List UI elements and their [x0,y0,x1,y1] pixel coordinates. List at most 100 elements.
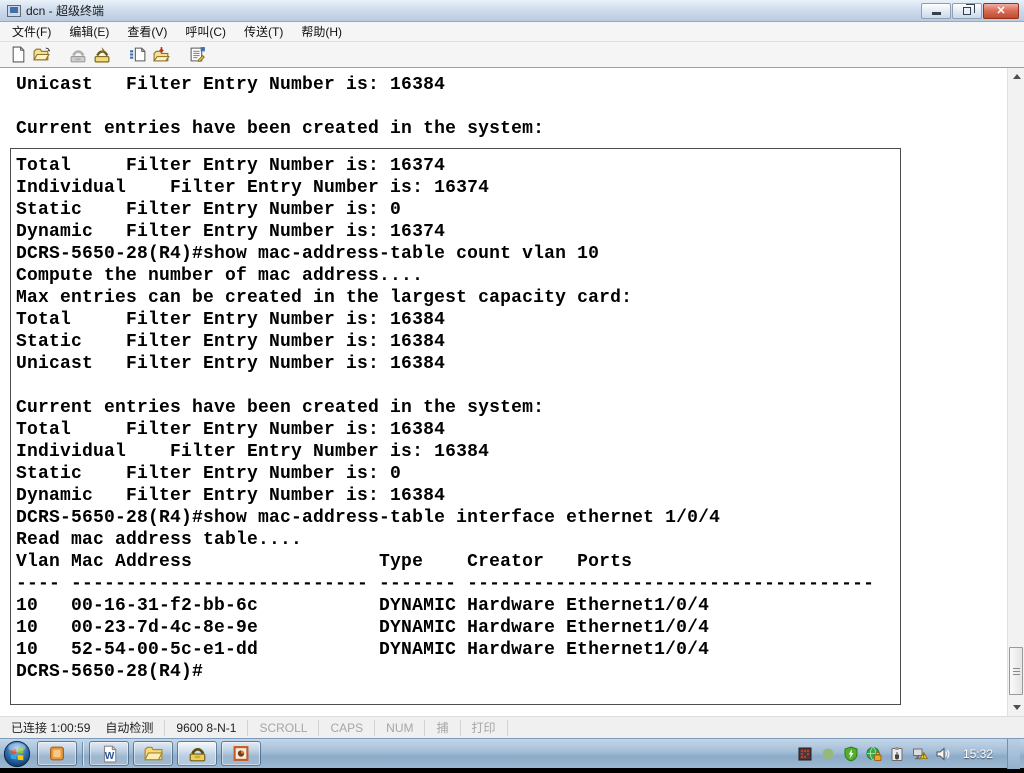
terminal-line: Dynamic Filter Entry Number is: 16384 [16,485,900,507]
terminal-line: Static Filter Entry Number is: 0 [16,199,900,221]
properties-icon [189,46,207,63]
menu-file[interactable]: 文件(F) [3,21,60,42]
hyperterminal-phone-icon [188,745,207,762]
terminal-line: Total Filter Entry Number is: 16374 [16,155,900,177]
window-title: dcn - 超级终端 [26,2,104,19]
status-num: NUM [375,720,425,736]
terminal-area[interactable]: Unicast Filter Entry Number is: 16384 Cu… [0,68,1024,716]
volume-icon[interactable] [935,746,951,762]
properties-button[interactable] [186,44,210,66]
minimize-icon [932,12,941,15]
call-button[interactable] [66,44,90,66]
title-bar: dcn - 超级终端 ✕ [0,0,1024,22]
taskbar-button-word[interactable]: W [89,741,129,766]
terminal-line: Dynamic Filter Entry Number is: 16374 [16,221,900,243]
open-button[interactable] [30,44,54,66]
terminal-line: Current entries have been created in the… [16,118,544,140]
terminal-line: Individual Filter Entry Number is: 16374 [16,177,900,199]
terminal-line: Individual Filter Entry Number is: 16384 [16,441,900,463]
status-capture: 捕 [425,720,460,736]
terminal-line [16,375,900,397]
vm-grid-icon[interactable] [797,746,813,762]
scroll-down-arrow-icon[interactable] [1008,699,1024,716]
terminal-line: DCRS-5650-28(R4)#show mac-address-table … [16,507,900,529]
terminal-line: Static Filter Entry Number is: 0 [16,463,900,485]
hyperterminal-icon [7,5,21,17]
taskbar-button-app1[interactable] [37,741,77,766]
call-phone-icon [69,47,87,63]
svg-text:W: W [105,751,115,762]
terminal-line: Compute the number of mac address.... [16,265,900,287]
terminal-line: DCRS-5650-28(R4)#show mac-address-table … [16,243,900,265]
word-icon: W [100,745,118,763]
menu-transfer[interactable]: 传送(T) [235,21,292,42]
orange-app-icon [48,745,66,762]
restore-icon [963,7,971,15]
new-document-icon [10,46,27,63]
taskbar-clock[interactable]: 15:32 [963,747,993,761]
terminal-line: Unicast Filter Entry Number is: 16384 [16,353,900,375]
terminal-line: 10 00-16-31-f2-bb-6c DYNAMIC Hardware Et… [16,595,900,617]
security-shield-icon[interactable] [843,746,859,762]
clipboard-plug-icon[interactable] [889,746,905,762]
status-scroll: SCROLL [248,720,319,736]
close-button[interactable]: ✕ [983,3,1019,19]
green-status-icon[interactable] [820,746,836,762]
terminal-line: Read mac address table.... [16,529,900,551]
toolbar [0,42,1024,68]
terminal-line: Unicast Filter Entry Number is: 16384 [16,74,544,96]
open-folder-icon [33,46,51,63]
send-file-button[interactable] [126,44,150,66]
menu-help[interactable]: 帮助(H) [292,21,351,42]
receive-file-button[interactable] [150,44,174,66]
windows-logo-icon [3,740,31,768]
menu-bar: 文件(F) 编辑(E) 查看(V) 呼叫(C) 传送(T) 帮助(H) [0,22,1024,42]
terminal-screen: Total Filter Entry Number is: 16374Indiv… [10,148,901,705]
terminal-line: Max entries can be created in the larges… [16,287,900,309]
terminal-line: Current entries have been created in the… [16,397,900,419]
close-icon: ✕ [996,4,1005,17]
terminal-line [16,96,544,118]
presentation-app-icon [232,745,250,762]
terminal-line: Static Filter Entry Number is: 16384 [16,331,900,353]
hyperterminal-window: dcn - 超级终端 ✕ 文件(F) 编辑(E) 查看(V) 呼叫(C) 传送(… [0,0,1024,738]
taskbar: W ! 15:32 [0,738,1024,768]
globe-lock-icon[interactable] [866,746,882,762]
scrollbar-thumb[interactable] [1009,647,1023,695]
terminal-line: 10 52-54-00-5c-e1-dd DYNAMIC Hardware Et… [16,639,900,661]
status-baud: 9600 8-N-1 [165,720,248,736]
terminal-line: 10 00-23-7d-4c-8e-9e DYNAMIC Hardware Et… [16,617,900,639]
send-file-icon [129,46,147,63]
status-print: 打印 [461,720,508,736]
taskbar-separator [82,742,84,766]
status-bar: 已连接 1:00:59 自动检测 9600 8-N-1 SCROLL CAPS … [0,716,1024,738]
terminal-line: Vlan Mac Address Type Creator Ports [16,551,900,573]
svg-text:!: ! [923,753,925,759]
restore-button[interactable] [952,3,982,19]
vertical-scrollbar[interactable] [1007,68,1024,716]
hangup-button[interactable] [90,44,114,66]
minimize-button[interactable] [921,3,951,19]
taskbar-button-explorer[interactable] [133,741,173,766]
receive-file-icon [153,46,171,63]
explorer-folder-icon [144,745,163,762]
menu-call[interactable]: 呼叫(C) [176,21,235,42]
scroll-up-arrow-icon[interactable] [1008,68,1024,85]
terminal-line: DCRS-5650-28(R4)# [16,661,900,683]
menu-edit[interactable]: 编辑(E) [60,21,118,42]
new-connection-button[interactable] [6,44,30,66]
taskbar-button-hyperterminal[interactable] [177,741,217,766]
terminal-scrollback: Unicast Filter Entry Number is: 16384 Cu… [16,74,544,140]
taskbar-button-presentation[interactable] [221,741,261,766]
network-warning-icon[interactable]: ! [912,746,928,762]
status-emulation: 自动检测 [94,720,165,736]
system-tray: ! 15:32 [797,739,1024,769]
hangup-phone-icon [93,46,111,63]
start-button[interactable] [3,740,31,768]
show-desktop-button[interactable] [1007,739,1020,769]
menu-view[interactable]: 查看(V) [118,21,176,42]
terminal-line: ---- --------------------------- -------… [16,573,900,595]
terminal-line: Total Filter Entry Number is: 16384 [16,309,900,331]
status-connected: 已连接 1:00:59 [0,720,94,736]
status-caps: CAPS [319,720,375,736]
